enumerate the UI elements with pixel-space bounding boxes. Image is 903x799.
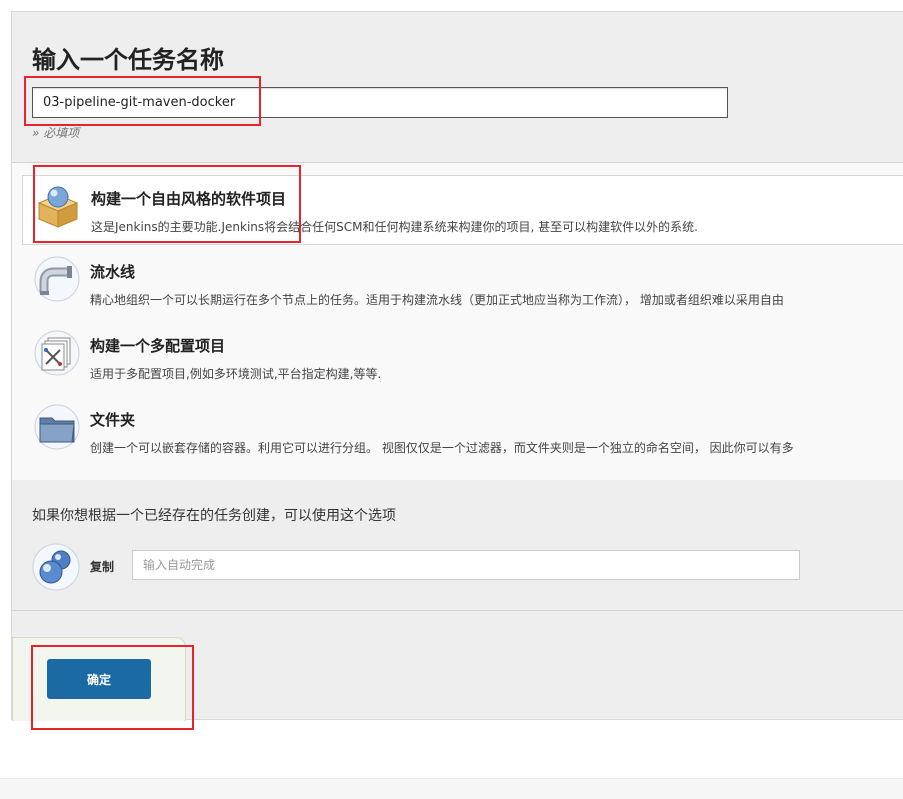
multi-config-icon xyxy=(34,330,80,376)
item-type-label: 流水线 xyxy=(90,263,136,281)
item-type-list: 构建一个自由风格的软件项目 这是Jenkins的主要功能.Jenkins将会结合… xyxy=(12,162,903,482)
copy-label: 复制 xyxy=(90,560,115,574)
page-title: 输入一个任务名称 xyxy=(32,46,224,74)
item-type-multi-config[interactable]: 构建一个多配置项目 适用于多配置项目,例如多环境测试,平台指定构建,等等. xyxy=(22,323,903,393)
freestyle-box-icon xyxy=(37,186,79,228)
copy-spheres-icon xyxy=(32,543,80,591)
copy-heading: 如果你想根据一个已经存在的任务创建，可以使用这个选项 xyxy=(32,508,396,524)
copy-from-input[interactable] xyxy=(132,550,800,580)
item-type-label: 构建一个多配置项目 xyxy=(90,337,226,355)
item-type-description: 适用于多配置项目,例如多环境测试,平台指定构建,等等. xyxy=(90,367,382,381)
folder-icon xyxy=(34,404,80,450)
copy-from-section: 如果你想根据一个已经存在的任务创建，可以使用这个选项 复制 xyxy=(12,480,903,611)
ok-button[interactable]: 确定 xyxy=(47,659,151,699)
page-footer xyxy=(0,778,903,799)
item-type-label: 构建一个自由风格的软件项目 xyxy=(91,190,287,208)
item-type-pipeline[interactable]: 流水线 精心地组织一个可以长期运行在多个节点上的任务。适用于构建流水线（更加正式… xyxy=(22,249,903,319)
item-type-label: 文件夹 xyxy=(90,411,136,429)
pipeline-icon xyxy=(34,256,80,302)
required-hint: » 必填项 xyxy=(32,126,80,140)
item-type-freestyle[interactable]: 构建一个自由风格的软件项目 这是Jenkins的主要功能.Jenkins将会结合… xyxy=(22,175,903,245)
item-type-description: 精心地组织一个可以长期运行在多个节点上的任务。适用于构建流水线（更加正式地应当称… xyxy=(90,293,784,307)
item-type-description: 创建一个可以嵌套存储的容器。利用它可以进行分组。 视图仅仅是一个过滤器，而文件夹… xyxy=(90,441,794,455)
item-type-description: 这是Jenkins的主要功能.Jenkins将会结合任何SCM和任何构建系统来构… xyxy=(91,220,698,234)
item-type-folder[interactable]: 文件夹 创建一个可以嵌套存储的容器。利用它可以进行分组。 视图仅仅是一个过滤器，… xyxy=(22,397,903,467)
item-name-input[interactable] xyxy=(32,87,728,118)
